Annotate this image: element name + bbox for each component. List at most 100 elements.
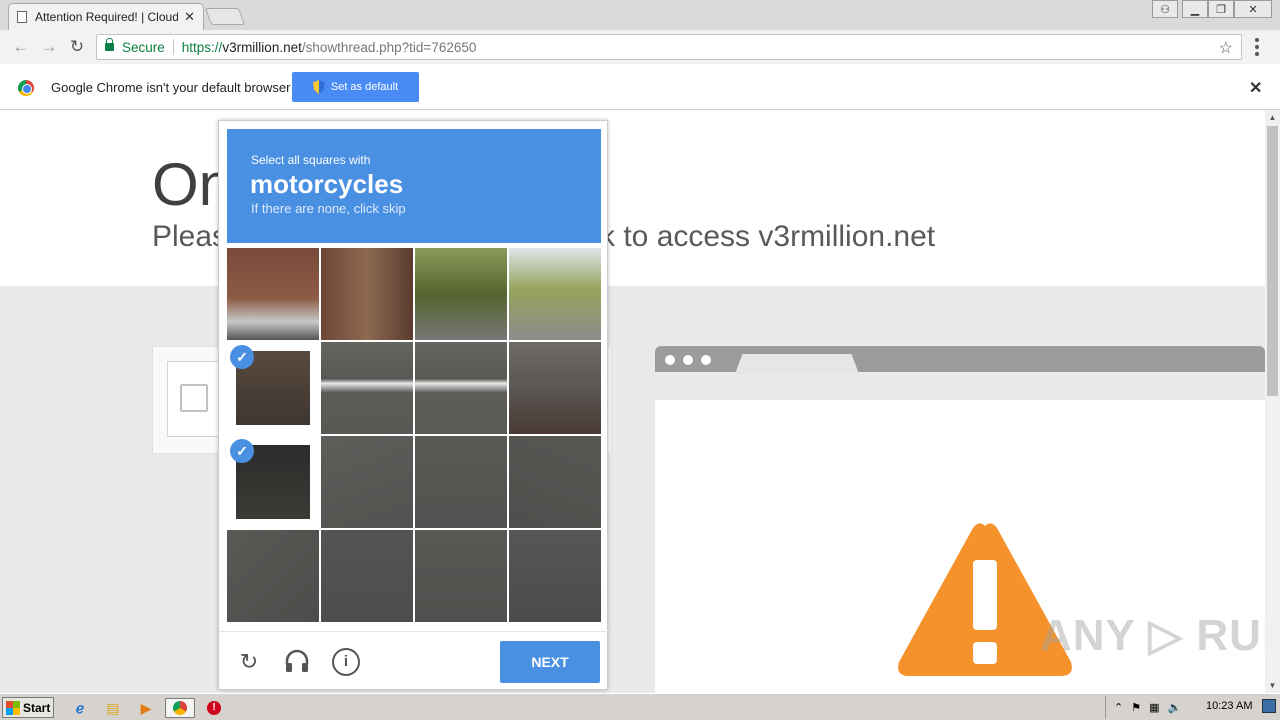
tray-expand-icon[interactable]: ⌃	[1114, 701, 1123, 714]
illustration-dot	[683, 355, 693, 365]
action-center-icon[interactable]: ⚑	[1131, 701, 1141, 714]
tile-image	[227, 530, 319, 622]
scroll-thumb[interactable]	[1267, 126, 1278, 396]
document-icon	[17, 11, 27, 23]
address-bar[interactable]: Secure https:// v3rmillion.net /showthre…	[96, 34, 1242, 60]
tile-image	[509, 342, 601, 434]
page-subheading-left: Pleas	[152, 220, 228, 253]
grid-tile[interactable]: ✓	[227, 436, 319, 528]
antivirus-icon[interactable]: !	[204, 698, 224, 718]
image-grid: ✓ ✓	[227, 248, 601, 622]
page-subheading-right: k to access v3rmillion.net	[600, 220, 936, 253]
minimize-button[interactable]: ▁	[1182, 0, 1208, 18]
scroll-down-icon[interactable]: ▼	[1265, 678, 1280, 693]
tile-image	[415, 342, 507, 434]
file-explorer-icon[interactable]: ▤	[103, 698, 123, 718]
tile-image	[321, 436, 413, 528]
watermark: ANY ▷ RUN	[1040, 611, 1265, 660]
volume-icon[interactable]: 🔈	[1168, 701, 1182, 714]
grid-tile[interactable]	[415, 530, 507, 622]
infobar-message: Google Chrome isn't your default browser	[51, 80, 291, 95]
next-button[interactable]: NEXT	[500, 641, 600, 683]
recaptcha-challenge: Select all squares with motorcycles If t…	[218, 120, 609, 691]
grid-tile[interactable]: ✓	[227, 342, 319, 434]
restore-button[interactable]: ❐	[1208, 0, 1234, 18]
url-host: v3rmillion.net	[222, 39, 302, 55]
secure-label: Secure	[122, 39, 165, 55]
scroll-up-icon[interactable]: ▲	[1265, 110, 1280, 125]
url-path: /showthread.php?tid=762650	[301, 39, 477, 55]
tile-image	[509, 436, 601, 528]
title-bar: Attention Required! | Cloudfl ✕ ⚇ ▁ ❐ ✕	[0, 0, 1280, 30]
grid-tile[interactable]	[415, 248, 507, 340]
taskbar: Start ℯ ▤ ▶ ! ⌃ ⚑ ▦ 🔈 10:23 AM	[0, 693, 1280, 720]
grid-tile[interactable]	[415, 436, 507, 528]
tile-image	[509, 530, 601, 622]
tile-check-icon: ✓	[230, 439, 254, 463]
menu-icon[interactable]	[1255, 38, 1259, 56]
page-scrollbar[interactable]: ▲ ▼	[1265, 110, 1280, 693]
window-close-button[interactable]: ✕	[1234, 0, 1272, 18]
info-icon[interactable]: i	[332, 648, 360, 676]
url-scheme: https://	[181, 39, 223, 55]
challenge-footer: ↻ i NEXT	[219, 631, 609, 691]
taskbar-clock[interactable]: 10:23 AM	[1206, 700, 1252, 712]
recaptcha-checkbox[interactable]	[180, 384, 208, 412]
media-player-icon[interactable]: ▶	[136, 698, 156, 718]
browser-tab[interactable]: Attention Required! | Cloudfl ✕	[8, 3, 204, 30]
windows-logo-icon	[6, 700, 20, 715]
grid-tile[interactable]	[321, 342, 413, 434]
tile-image	[415, 530, 507, 622]
set-default-button[interactable]: Set as default	[292, 72, 419, 102]
tab-close-icon[interactable]: ✕	[184, 9, 195, 25]
browser-toolbar: ← → ↻ Secure https:// v3rmillion.net /sh…	[0, 30, 1280, 64]
reload-icon[interactable]: ↻	[66, 36, 88, 58]
tab-title: Attention Required! | Cloudfl	[35, 10, 179, 24]
tile-image	[509, 248, 601, 340]
set-default-label: Set as default	[330, 81, 399, 93]
grid-tile[interactable]	[321, 248, 413, 340]
grid-tile[interactable]	[415, 342, 507, 434]
tile-check-icon: ✓	[230, 345, 254, 369]
user-icon[interactable]: ⚇	[1152, 0, 1178, 18]
back-icon[interactable]: ←	[10, 36, 32, 58]
infobar-close-icon[interactable]: ✕	[1249, 78, 1262, 98]
chrome-logo-icon	[18, 80, 34, 96]
lock-icon	[105, 38, 114, 51]
tile-image	[415, 248, 507, 340]
illustration-dot	[701, 355, 711, 365]
chrome-taskbar-icon[interactable]	[165, 698, 195, 718]
grid-tile[interactable]	[321, 530, 413, 622]
grid-tile[interactable]	[227, 248, 319, 340]
grid-tile[interactable]	[509, 530, 601, 622]
show-desktop-button[interactable]	[1262, 699, 1276, 713]
page-header: On Pleas k to access v3rmillion.net	[0, 110, 1265, 286]
prompt-target: motorcycles	[250, 169, 404, 199]
challenge-header: Select all squares with motorcycles If t…	[227, 129, 601, 243]
grid-tile[interactable]	[509, 436, 601, 528]
audio-challenge-icon[interactable]	[283, 648, 311, 676]
illustration-tab	[735, 354, 859, 374]
grid-tile[interactable]	[509, 248, 601, 340]
grid-tile[interactable]	[509, 342, 601, 434]
default-browser-infobar: Google Chrome isn't your default browser…	[0, 64, 1280, 110]
tile-image	[321, 248, 413, 340]
separator	[172, 39, 174, 55]
network-icon[interactable]: ▦	[1149, 701, 1159, 714]
internet-explorer-icon[interactable]: ℯ	[70, 698, 90, 718]
page-content: On Pleas k to access v3rmillion.net ANY …	[0, 110, 1265, 693]
tile-image	[415, 436, 507, 528]
shield-icon	[312, 80, 325, 94]
start-button[interactable]: Start	[2, 697, 54, 718]
forward-icon[interactable]: →	[38, 36, 60, 58]
grid-tile[interactable]	[321, 436, 413, 528]
illustration-titlebar	[655, 346, 1265, 374]
prompt-instruction: Select all squares with	[251, 153, 371, 167]
prompt-hint: If there are none, click skip	[251, 201, 406, 216]
star-icon[interactable]: ☆	[1219, 38, 1233, 58]
grid-tile[interactable]	[227, 530, 319, 622]
reload-challenge-icon[interactable]: ↻	[235, 648, 263, 676]
illustration-dot	[665, 355, 675, 365]
tile-image	[321, 342, 413, 434]
new-tab-button[interactable]	[204, 8, 246, 25]
